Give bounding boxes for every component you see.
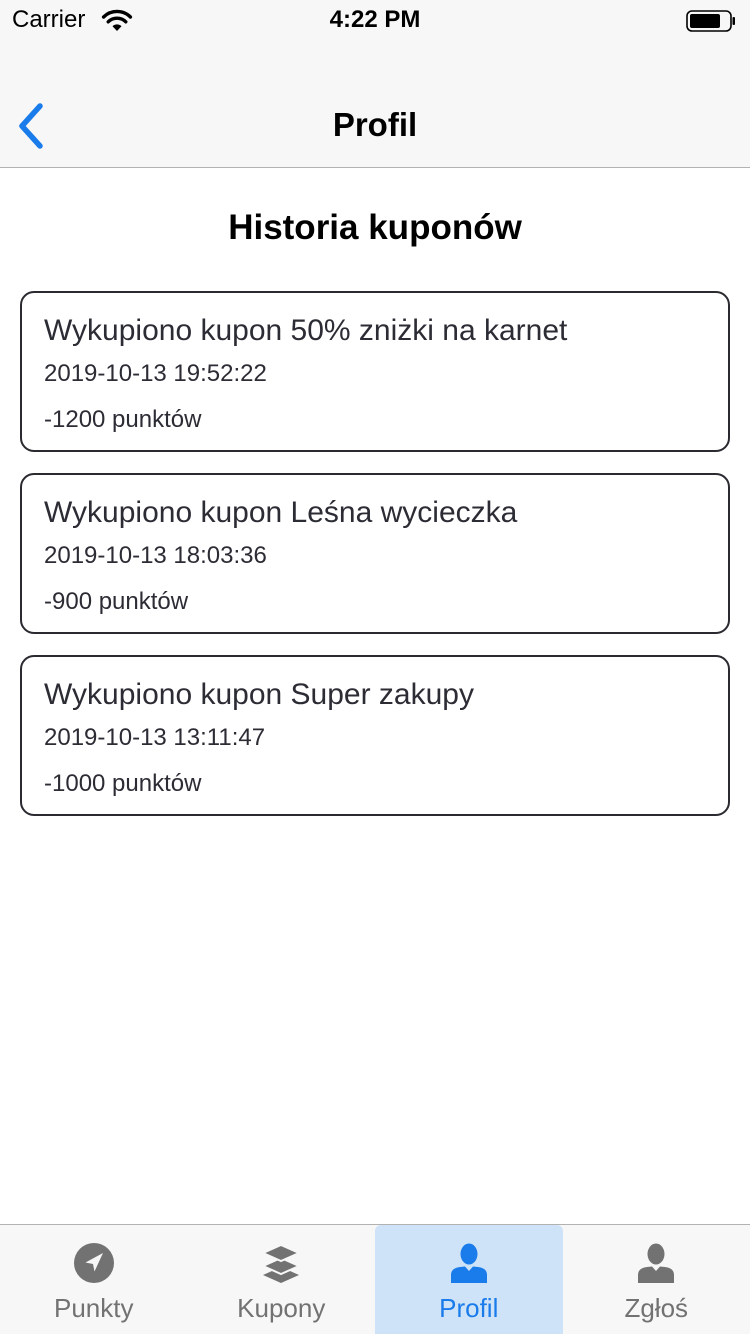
tab-bar: Punkty Kupony Profil Zgłoś: [0, 1224, 750, 1334]
coupon-card: Wykupiono kupon 50% zniżki na karnet 201…: [20, 291, 730, 452]
location-arrow-icon: [73, 1243, 114, 1283]
tab-label: Punkty: [54, 1293, 134, 1323]
battery-icon: [686, 10, 735, 32]
coupon-date: 2019-10-13 19:52:22: [44, 360, 267, 387]
coupon-title: Wykupiono kupon 50% zniżki na karnet: [44, 314, 568, 347]
coupon-points: -1000 punktów: [44, 770, 202, 797]
tab-label: Zgłoś: [624, 1293, 689, 1323]
status-bar: Carrier 4:22 PM: [0, 0, 750, 40]
tab-punkty[interactable]: Punkty: [0, 1225, 188, 1334]
coupon-date: 2019-10-13 18:03:36: [44, 542, 267, 569]
coupon-points: -900 punktów: [44, 588, 189, 615]
status-time: 4:22 PM: [329, 6, 421, 33]
layers-icon: [260, 1243, 302, 1283]
tab-kupony[interactable]: Kupony: [188, 1225, 376, 1334]
page-title: Profil: [332, 106, 418, 143]
coupon-card: Wykupiono kupon Super zakupy 2019-10-13 …: [20, 655, 730, 816]
section-title: Historia kuponów: [228, 208, 522, 247]
tab-profil[interactable]: Profil: [375, 1225, 563, 1334]
coupon-card: Wykupiono kupon Leśna wycieczka 2019-10-…: [20, 473, 730, 634]
coupon-history-list: Wykupiono kupon 50% zniżki na karnet 201…: [20, 291, 730, 837]
coupon-date: 2019-10-13 13:11:47: [44, 724, 266, 751]
tab-label: Kupony: [237, 1293, 326, 1323]
tab-label: Profil: [439, 1293, 499, 1323]
user-icon: [450, 1243, 487, 1283]
user-icon: [638, 1243, 675, 1283]
coupon-points: -1200 punktów: [44, 406, 202, 433]
tab-zglos[interactable]: Zgłoś: [563, 1225, 750, 1334]
navigation-bar: Profil: [0, 40, 750, 168]
coupon-title: Wykupiono kupon Super zakupy: [44, 678, 474, 711]
coupon-title: Wykupiono kupon Leśna wycieczka: [44, 496, 518, 529]
